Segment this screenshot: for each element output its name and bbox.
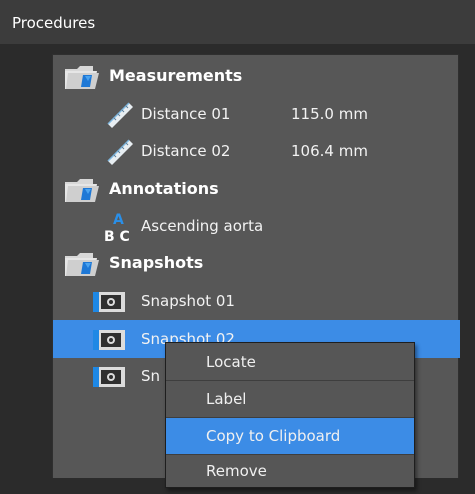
menu-item-label: Remove	[206, 462, 267, 480]
tree-item-distance-01[interactable]: Distance 01 115.0 mm	[53, 95, 460, 133]
item-label: Distance 01	[141, 105, 231, 123]
folder-icon	[65, 179, 99, 202]
panel-header: Procedures	[0, 0, 475, 44]
menu-item-label-action[interactable]: Label	[166, 381, 414, 417]
tree-item-ascending-aorta[interactable]: A B C Ascending aorta	[53, 207, 460, 245]
item-value: 106.4 mm	[291, 142, 368, 160]
camera-icon	[93, 367, 125, 387]
menu-item-copy-to-clipboard[interactable]: Copy to Clipboard	[166, 418, 414, 454]
menu-item-label: Copy to Clipboard	[206, 427, 341, 445]
text-annotation-icon: A B C	[104, 212, 130, 244]
folder-icon	[65, 253, 99, 276]
tree-item-distance-02[interactable]: Distance 02 106.4 mm	[53, 132, 460, 170]
svg-text:B C: B C	[104, 229, 130, 244]
item-value: 115.0 mm	[291, 105, 368, 123]
tree-group-snapshots[interactable]: Snapshots	[53, 244, 460, 282]
tree-group-measurements[interactable]: Measurements	[53, 57, 460, 95]
tree-group-annotations[interactable]: Annotations	[53, 170, 460, 208]
panel-title: Procedures	[12, 14, 96, 32]
svg-text:A: A	[113, 212, 124, 228]
item-label: Distance 02	[141, 142, 231, 160]
camera-icon	[93, 330, 125, 350]
context-menu[interactable]: Locate Label Copy to Clipboard Remove	[165, 342, 415, 488]
menu-item-remove[interactable]: Remove	[166, 453, 414, 489]
menu-item-locate[interactable]: Locate	[166, 344, 414, 380]
item-label: Ascending aorta	[141, 217, 264, 235]
group-label: Annotations	[109, 179, 219, 198]
ruler-icon	[107, 102, 133, 128]
menu-item-label: Locate	[206, 353, 256, 371]
group-label: Snapshots	[109, 253, 204, 272]
tree-item-snapshot-01[interactable]: Snapshot 01	[53, 282, 460, 320]
folder-icon	[65, 66, 99, 89]
ruler-icon	[107, 139, 133, 165]
menu-item-label: Label	[206, 390, 247, 408]
item-label: Sn	[141, 367, 161, 385]
item-label: Snapshot 01	[141, 292, 235, 310]
camera-icon	[93, 292, 125, 312]
group-label: Measurements	[109, 66, 243, 85]
